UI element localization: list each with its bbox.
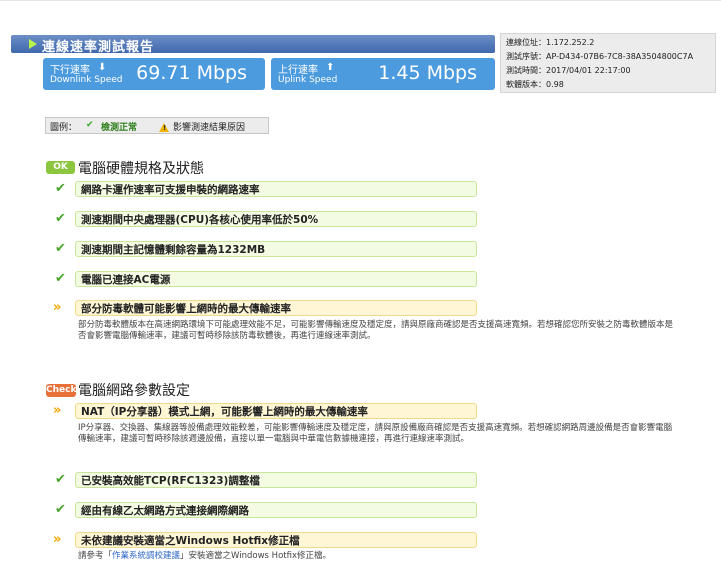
check-item: 測速期間中央處理器(CPU)各核心使用率低於50% <box>75 211 477 227</box>
section-network-title: 電腦網路參數設定 <box>78 383 190 399</box>
ok-badge: OK <box>46 161 75 174</box>
desc-prefix: 請參考「 <box>78 551 113 561</box>
check-item: 已安裝高效能TCP(RFC1323)調整檔 <box>75 472 477 488</box>
downlink-value: 69.71 Mbps <box>136 62 247 84</box>
check-item: 測速期間主記憶體剩餘容量為1232MB <box>75 241 477 257</box>
check-item: 電腦已連接AC電源 <box>75 271 477 287</box>
desc-suffix: 」安裝適當之Windows Hotfix修正檔。 <box>180 551 331 561</box>
upload-arrow-icon: ⬆ <box>326 62 335 73</box>
check-icon: ✔ <box>55 502 66 517</box>
check-badge: Check <box>46 384 77 397</box>
warning-description: 部分防毒軟體版本在高速網路環境下可能處理效能不足，可能影響傳輸速度及穩定度，請與… <box>78 320 674 341</box>
legend-warn: 影響測速結果原因 <box>173 123 246 133</box>
check-icon: ✔ <box>55 271 66 286</box>
warning-item: 部分防毒軟體可能影響上網時的最大傳輸速率 <box>75 300 477 316</box>
downlink-label-en: Downlink Speed <box>50 75 123 85</box>
top-divider <box>0 0 721 1</box>
download-arrow-icon: ⬇ <box>98 62 107 73</box>
double-chevron-icon: » <box>53 300 62 315</box>
uplink-label-zh: 上行速率 <box>278 65 318 76</box>
info-serial: 測試序號：AP-D434-07B6-7C8-38A3504800C7A <box>506 52 694 61</box>
uplink-speed-box: 上行速率 ⬆ Uplink Speed 1.45 Mbps <box>271 58 495 90</box>
legend: 圖例： ✔ 檢測正常 ! 影響測速結果原因 <box>45 117 269 134</box>
check-icon: ✔ <box>55 181 66 196</box>
check-icon: ✔ <box>55 211 66 226</box>
test-info-panel: 連線位址：1.172.252.2 測試序號：AP-D434-07B6-7C8-3… <box>500 33 716 93</box>
info-time: 測試時間：2017/04/01 22:17:00 <box>506 66 631 75</box>
warning-item: 未依建議安裝適當之Windows Hotfix修正檔 <box>75 532 477 548</box>
check-item: 網路卡運作速率可支援申裝的網路速率 <box>75 181 477 197</box>
check-icon: ✔ <box>86 120 94 130</box>
double-chevron-icon: » <box>53 403 62 418</box>
report-header: 連線速率測試報告 <box>11 35 495 55</box>
warning-item: NAT（IP分享器）模式上網，可能影響上網時的最大傳輸速率 <box>75 403 477 419</box>
check-item: 經由有線乙太網路方式連接網際網路 <box>75 502 477 518</box>
warning-icon: ! <box>159 121 169 133</box>
report-title: 連線速率測試報告 <box>42 40 155 55</box>
info-version: 軟體版本：0.98 <box>506 80 564 89</box>
check-icon: ✔ <box>55 241 66 256</box>
os-tuning-link[interactable]: 作業系統調校建議 <box>112 551 180 561</box>
downlink-speed-box: 下行速率 ⬇ Downlink Speed 69.71 Mbps <box>43 58 265 90</box>
uplink-label-en: Uplink Speed <box>278 75 338 85</box>
warning-description: IP分享器、交換器、集線器等設備處理效能較差，可能影響傳輸速度及穩定度，請與原設… <box>78 423 673 444</box>
check-icon: ✔ <box>55 472 66 487</box>
double-chevron-icon: » <box>53 532 62 547</box>
section-hardware-title: 電腦硬體規格及狀態 <box>78 161 204 177</box>
warning-description: 請參考「作業系統調校建議」安裝適當之Windows Hotfix修正檔。 <box>78 551 680 562</box>
info-ip: 連線位址：1.172.252.2 <box>506 38 595 47</box>
legend-ok: 檢測正常 <box>101 123 138 133</box>
uplink-value: 1.45 Mbps <box>378 62 477 84</box>
play-arrow-icon <box>29 39 37 49</box>
legend-label: 圖例： <box>50 123 78 133</box>
downlink-label-zh: 下行速率 <box>50 65 90 76</box>
